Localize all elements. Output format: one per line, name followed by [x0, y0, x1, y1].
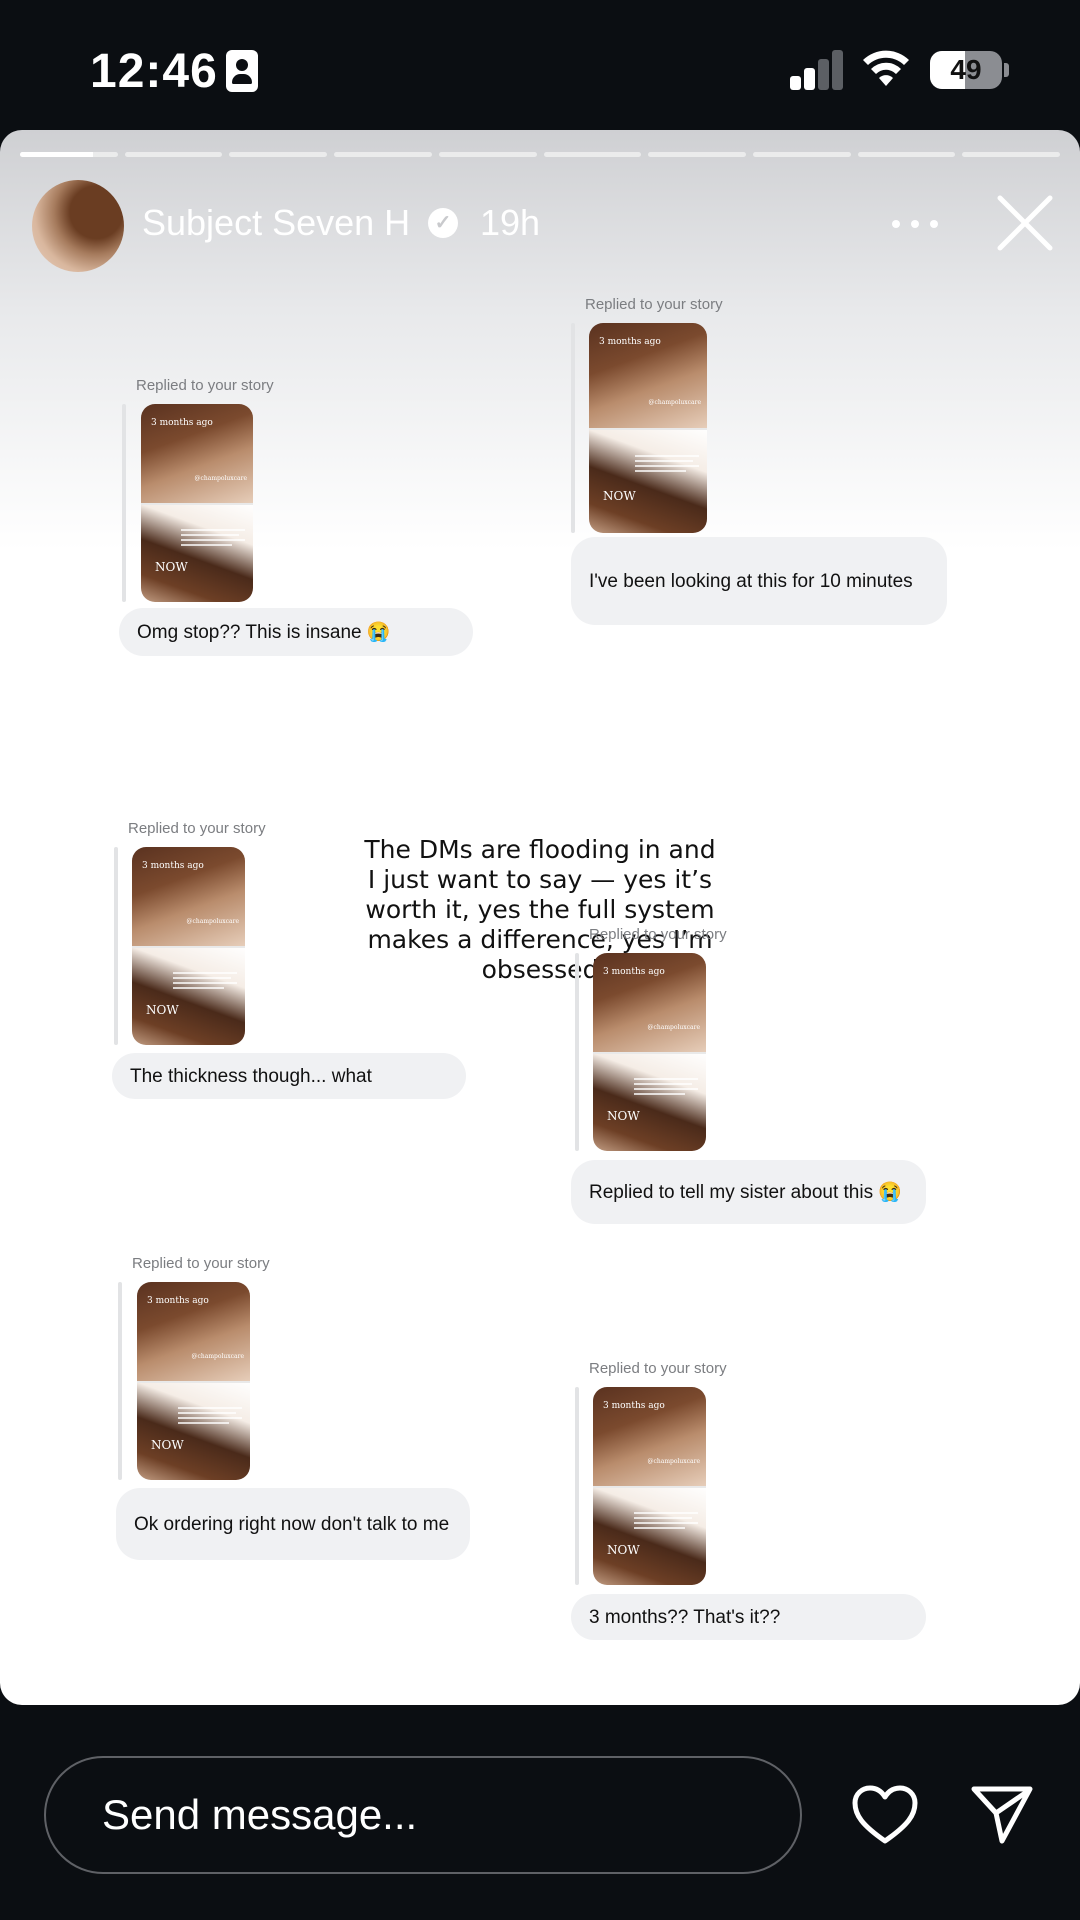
send-icon[interactable] [970, 1783, 1034, 1847]
reply-message: 3 months?? That's it?? [571, 1594, 926, 1640]
thumb-watermark: @champoluxcare [648, 398, 701, 406]
story-progress-segment [124, 152, 223, 157]
send-message-input[interactable]: Send message... [44, 1756, 802, 1874]
reply-card: Replied to your story 3 months ago @champ… [575, 1360, 727, 1585]
thumb-bottom-text: NOW [146, 1003, 179, 1018]
reply-card: Replied to your story 3 months ago @champ… [122, 377, 274, 602]
story-progress-segment [857, 152, 956, 157]
wifi-icon [863, 50, 909, 86]
reply-label: Replied to your story [128, 820, 266, 837]
thumb-bottom-text: NOW [607, 1543, 640, 1558]
reply-message: Ok ordering right now don't talk to me [116, 1488, 470, 1560]
reply-label: Replied to your story [589, 926, 727, 943]
id-card-icon [226, 50, 258, 92]
story-progress-segment [543, 152, 642, 157]
reply-label: Replied to your story [132, 1255, 270, 1272]
reply-message: I've been looking at this for 10 minutes [571, 537, 947, 625]
story-time-ago: 19h [480, 202, 541, 243]
reply-label: Replied to your story [585, 296, 723, 313]
thumb-watermark: @champoluxcare [647, 1024, 700, 1032]
thumb-top-text: 3 months ago [147, 1296, 209, 1306]
send-message-placeholder: Send message... [102, 1791, 418, 1838]
thumb-top-text: 3 months ago [603, 967, 665, 977]
battery-icon: 49 [930, 51, 1009, 89]
verified-badge-icon: ✓ [428, 208, 458, 238]
story-thumbnail[interactable]: 3 months ago @champoluxcare NOW [589, 323, 707, 533]
thumb-bottom-text: NOW [603, 488, 636, 503]
story-thumbnail[interactable]: 3 months ago @champoluxcare NOW [593, 953, 706, 1151]
story-thumbnail[interactable]: 3 months ago @champoluxcare NOW [593, 1387, 706, 1585]
more-options-icon[interactable] [890, 208, 940, 238]
thumb-top-text: 3 months ago [142, 861, 204, 871]
story-username[interactable]: Subject Seven H [142, 202, 410, 244]
reply-message: Replied to tell my sister about this 😭 [571, 1160, 926, 1224]
thumb-bottom-text: NOW [607, 1109, 640, 1124]
heart-icon[interactable] [852, 1785, 918, 1845]
close-icon[interactable] [994, 192, 1056, 254]
story-progress-segment [962, 152, 1061, 157]
reply-card: Replied to your story 3 months ago @champ… [575, 926, 727, 1151]
thumb-watermark: @champoluxcare [194, 475, 247, 483]
reply-card: Replied to your story 3 months ago @champ… [571, 296, 723, 533]
status-bar: 12:46 49 [0, 0, 1080, 130]
reply-label: Replied to your story [136, 377, 274, 394]
thumb-watermark: @champoluxcare [647, 1458, 700, 1466]
status-time: 12:46 [90, 45, 218, 98]
story-progress-segment [334, 152, 432, 157]
thumb-top-text: 3 months ago [599, 337, 661, 347]
story-progress-segment [229, 152, 328, 157]
story-progress-segment [20, 152, 118, 157]
battery-percent: 49 [950, 54, 982, 85]
thumb-bottom-text: NOW [151, 1438, 184, 1453]
thumb-top-text: 3 months ago [151, 418, 213, 428]
reply-label: Replied to your story [589, 1360, 727, 1377]
story-progress-segment [752, 152, 851, 157]
cellular-signal-icon [790, 50, 844, 90]
thumb-top-text: 3 months ago [603, 1401, 665, 1411]
thumb-watermark: @champoluxcare [191, 1353, 244, 1361]
thumb-bottom-text: NOW [155, 560, 188, 575]
story-thumbnail[interactable]: 3 months ago @champoluxcare NOW [137, 1282, 250, 1480]
story-thumbnail[interactable]: 3 months ago @champoluxcare NOW [141, 404, 253, 602]
reply-message: Omg stop?? This is insane 😭 [119, 608, 473, 656]
story-card[interactable]: Subject Seven H ✓ 19h Replied to your st… [0, 130, 1080, 1705]
reply-card: Replied to your story 3 months ago @champ… [118, 1255, 270, 1480]
story-progress-segment [648, 152, 746, 157]
reply-card: Replied to your story 3 months ago @champ… [114, 820, 266, 1045]
story-progress-segment [438, 152, 537, 157]
thumb-watermark: @champoluxcare [186, 918, 239, 926]
avatar[interactable] [32, 180, 124, 272]
story-progress-bar [20, 152, 1061, 157]
story-thumbnail[interactable]: 3 months ago @champoluxcare NOW [132, 847, 245, 1045]
reply-message: The thickness though... what [112, 1053, 466, 1099]
